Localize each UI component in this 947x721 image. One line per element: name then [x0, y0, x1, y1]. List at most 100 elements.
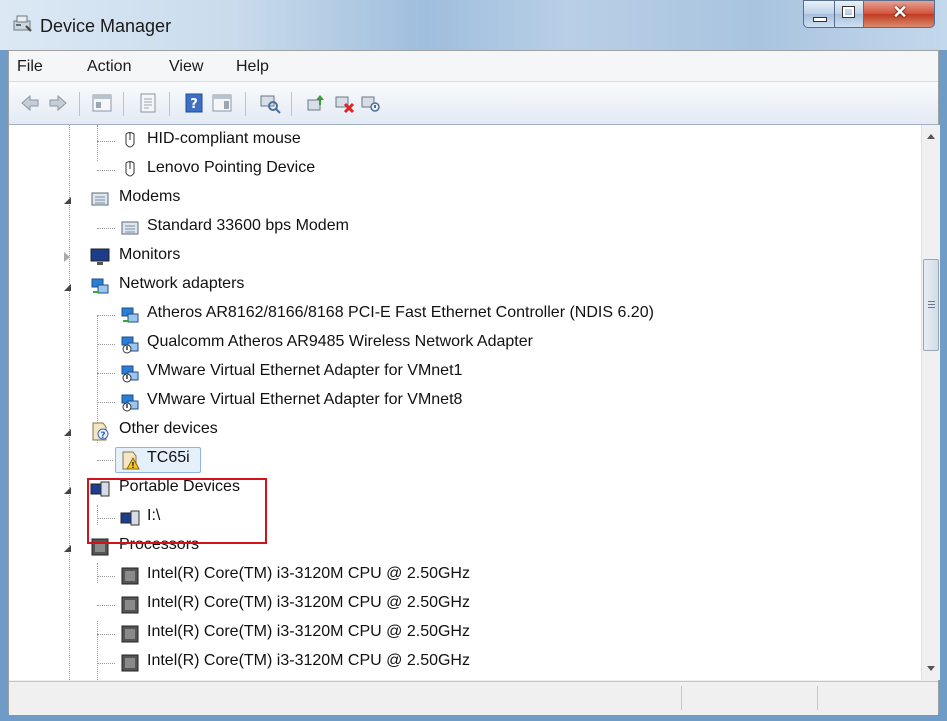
title-bar[interactable]: Device Manager ✕ [0, 0, 947, 50]
tree-category-label: Other devices [119, 420, 218, 437]
action-pane-icon[interactable] [211, 92, 233, 114]
toolbar-separator [123, 92, 124, 116]
menu-bar: File Action View Help [9, 51, 938, 82]
scroll-down-icon [927, 666, 935, 671]
tree-category-label: Monitors [119, 246, 181, 263]
tree-item-selected[interactable]: ! TC65i [9, 446, 921, 474]
svg-text:!: ! [131, 461, 135, 470]
warning-device-icon: ! [122, 451, 140, 470]
tree-item[interactable]: Intel(R) Core(TM) i3-3120M CPU @ 2.50GHz [9, 649, 921, 677]
toolbar-separator [169, 92, 170, 116]
toolbar-separator [79, 92, 80, 116]
tree-item[interactable]: Intel(R) Core(TM) i3-3120M CPU @ 2.50GHz [9, 591, 921, 619]
collapse-arrow-icon[interactable] [64, 252, 70, 262]
tree-item-label: Intel(R) Core(TM) i3-3120M CPU @ 2.50GHz [147, 652, 470, 669]
menu-action[interactable]: Action [87, 58, 131, 76]
minimize-icon [813, 17, 827, 22]
scan-hardware-icon[interactable] [259, 92, 281, 114]
expand-arrow-icon[interactable] [64, 284, 71, 291]
disable-icon[interactable] [359, 92, 381, 114]
properties-icon[interactable] [137, 92, 159, 114]
scroll-up-icon [927, 134, 935, 139]
close-button[interactable]: ✕ [863, 0, 935, 28]
tree-item[interactable]: Qualcomm Atheros AR9485 Wireless Network… [9, 330, 921, 358]
tree-item[interactable]: VMware Virtual Ethernet Adapter for VMne… [9, 359, 921, 387]
grip-line [928, 301, 935, 302]
tree-category[interactable]: Monitors [9, 243, 921, 271]
expand-arrow-icon[interactable] [64, 487, 71, 494]
tree-category[interactable]: ? Other devices [9, 417, 921, 445]
status-bar [9, 681, 938, 715]
tree-item[interactable]: Intel(R) Core(TM) i3-3120M CPU @ 2.50GHz [9, 562, 921, 590]
status-pane [817, 686, 818, 710]
mouse-icon [125, 161, 135, 177]
network-disabled-icon [121, 394, 139, 412]
tree-category-label: Network adapters [119, 275, 245, 292]
expand-arrow-icon[interactable] [64, 197, 71, 204]
modem-icon [121, 221, 139, 235]
device-tree[interactable]: HID-compliant mouse Lenovo Pointing Devi… [9, 125, 921, 680]
tree-item[interactable]: Standard 33600 bps Modem [9, 214, 921, 242]
mouse-icon [125, 132, 135, 148]
maximize-button[interactable] [834, 0, 864, 28]
close-icon: ✕ [892, 2, 908, 22]
tree-item[interactable]: HID-compliant mouse [9, 127, 921, 155]
svg-text:?: ? [100, 431, 105, 441]
tree-item[interactable]: Atheros AR8162/8166/8168 PCI-E Fast Ethe… [9, 301, 921, 329]
minimize-button[interactable] [803, 0, 835, 28]
vertical-scrollbar[interactable] [921, 125, 940, 680]
client-area: File Action View Help ? HID-compliant mo… [8, 50, 940, 715]
tree-item-label: VMware Virtual Ethernet Adapter for VMne… [147, 362, 463, 379]
toolbar-separator [291, 92, 292, 116]
toolbar-separator [245, 92, 246, 116]
monitor-icon [90, 248, 110, 265]
menu-help[interactable]: Help [236, 58, 269, 76]
svg-text:?: ? [190, 97, 198, 112]
tree-item[interactable]: VMware Virtual Ethernet Adapter for VMne… [9, 388, 921, 416]
forward-icon[interactable] [47, 92, 69, 114]
help-icon[interactable]: ? [183, 92, 205, 114]
processor-icon [121, 654, 139, 672]
menu-view[interactable]: View [169, 58, 203, 76]
expand-arrow-icon[interactable] [64, 545, 71, 552]
uninstall-icon[interactable] [333, 92, 355, 114]
tree-item-label: Intel(R) Core(TM) i3-3120M CPU @ 2.50GHz [147, 565, 470, 582]
tree-item-label: Intel(R) Core(TM) i3-3120M CPU @ 2.50GHz [147, 623, 470, 640]
red-annotation-box [87, 478, 267, 544]
update-driver-icon[interactable] [305, 92, 327, 114]
status-pane [681, 686, 682, 710]
processor-icon [121, 625, 139, 643]
modem-icon [91, 192, 109, 206]
toolbar: ? [9, 82, 938, 125]
tree-category[interactable]: Modems [9, 185, 921, 213]
network-icon [121, 307, 139, 323]
scroll-down-button[interactable] [923, 660, 939, 678]
tree-item[interactable]: Intel(R) Core(TM) i3-3120M CPU @ 2.50GHz [9, 620, 921, 648]
tree-category[interactable]: Network adapters [9, 272, 921, 300]
scroll-up-button[interactable] [923, 127, 939, 145]
tree-category-label: Modems [119, 188, 181, 205]
tree-item-label: TC65i [147, 449, 190, 466]
tree-item[interactable]: Lenovo Pointing Device [9, 156, 921, 184]
tree-item-label: Atheros AR8162/8166/8168 PCI-E Fast Ethe… [147, 304, 654, 321]
expand-arrow-icon[interactable] [64, 429, 71, 436]
tree-item-label: Lenovo Pointing Device [147, 159, 316, 176]
network-disabled-icon [121, 365, 139, 383]
device-manager-window: Device Manager ✕ File Action View Help ? [0, 0, 947, 721]
network-icon [91, 278, 109, 294]
processor-icon [121, 567, 139, 585]
show-hide-tree-icon[interactable] [91, 92, 113, 114]
scroll-thumb[interactable] [923, 259, 939, 351]
menu-file[interactable]: File [17, 58, 43, 76]
device-manager-icon [13, 15, 32, 32]
window-title: Device Manager [40, 16, 172, 36]
tree-item-label: Standard 33600 bps Modem [147, 217, 349, 234]
network-disabled-icon [121, 336, 139, 354]
tree-item-label: HID-compliant mouse [147, 130, 301, 147]
back-icon[interactable] [19, 92, 41, 114]
processor-icon [121, 596, 139, 614]
tree-item-label: VMware Virtual Ethernet Adapter for VMne… [147, 391, 463, 408]
unknown-device-icon: ? [92, 422, 109, 441]
grip-line [928, 307, 935, 308]
maximize-icon [842, 6, 855, 18]
